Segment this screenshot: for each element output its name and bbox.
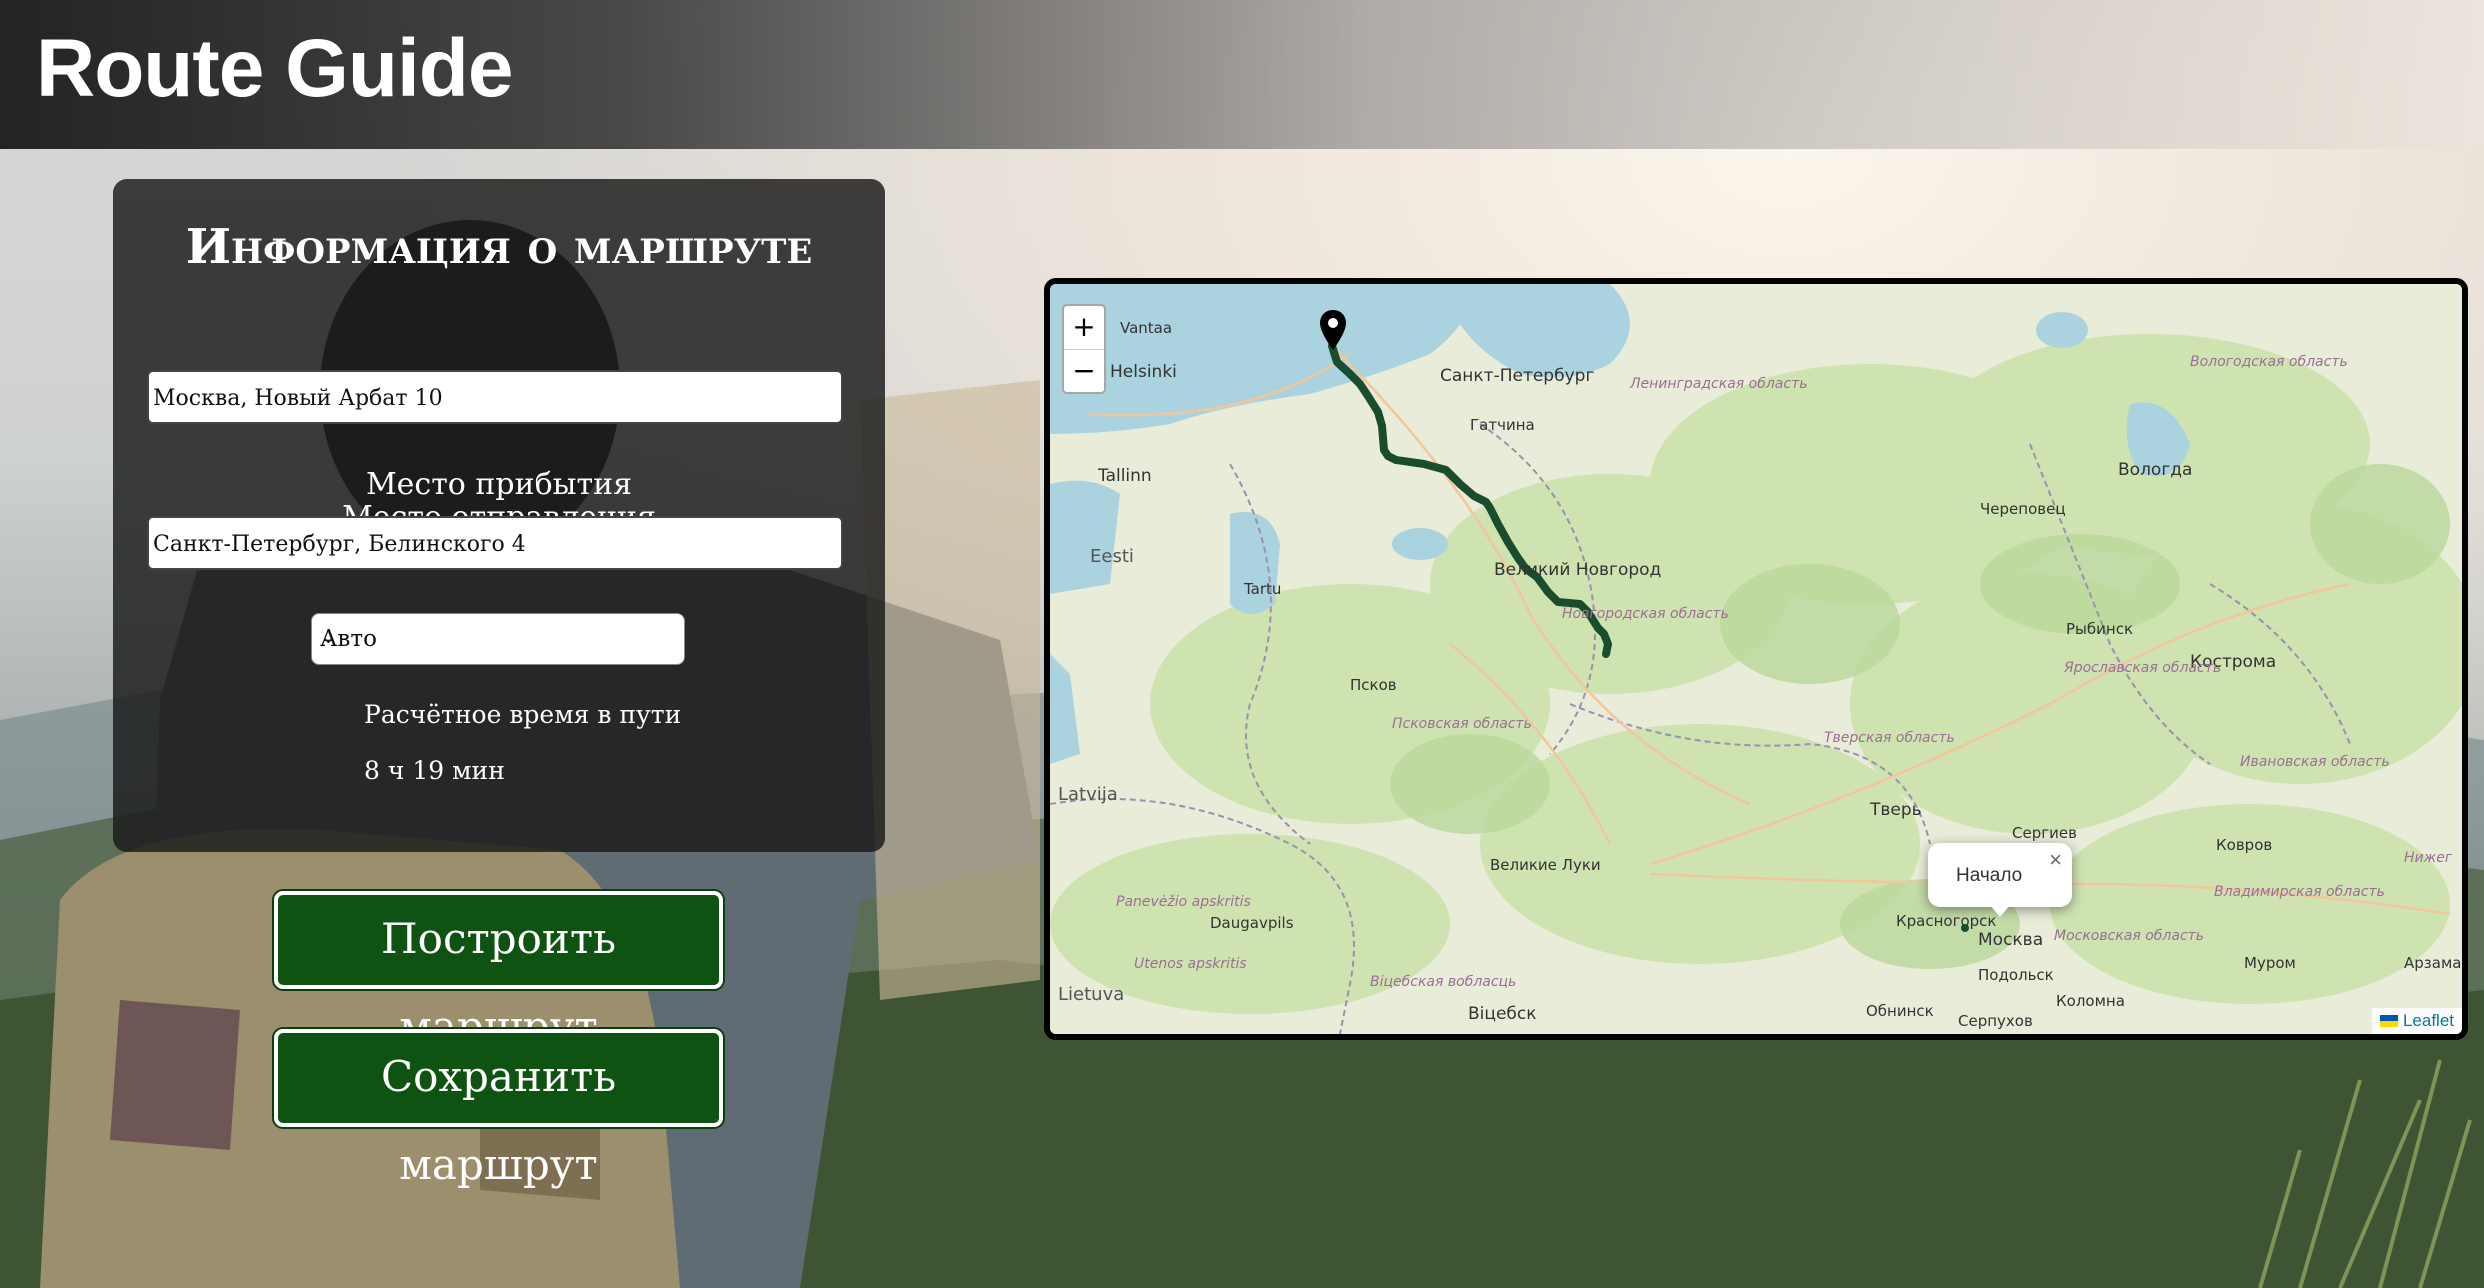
- panel-heading: Информация о маршруте: [185, 219, 813, 275]
- map-label-tver-region: Тверская область: [1824, 730, 1955, 746]
- map-label-sergiev: Сергиев: [2012, 824, 2077, 842]
- map-label-rybinsk: Рыбинск: [2066, 620, 2134, 638]
- map-label-murom: Муром: [2244, 954, 2296, 972]
- flag-icon: [2379, 1015, 2398, 1027]
- map-label-moscow: Москва: [1978, 930, 2044, 950]
- eta-value: 8 ч 19 мин: [364, 756, 505, 785]
- map-label-vantaa: Vantaa: [1120, 319, 1173, 337]
- popup-text: Начало: [1956, 865, 2023, 886]
- map-label-helsinki: Helsinki: [1110, 362, 1177, 382]
- map-label-lenobl: Ленинградская область: [1630, 376, 1808, 392]
- map-label-vologda-region: Вологодская область: [2190, 354, 2348, 370]
- map-label-lietuva: Lietuva: [1058, 984, 1125, 1005]
- start-marker-icon[interactable]: [1961, 924, 1969, 932]
- map-label-spb: Санкт-Петербург: [1440, 366, 1595, 386]
- map-label-obninsk: Обнинск: [1866, 1002, 1934, 1020]
- map-label-novgorod-region: Новгородская область: [1562, 606, 1729, 622]
- departure-input[interactable]: Москва, Новый Арбат 10: [147, 370, 843, 424]
- route-map[interactable]: Vantaa Helsinki Tallinn Eesti Tartu Latv…: [1044, 278, 2468, 1040]
- popup-tip: [1990, 905, 2010, 917]
- map-label-novgorod: Великий Новгород: [1494, 560, 1662, 580]
- transport-select[interactable]: Авто ⌄: [311, 613, 685, 665]
- map-label-moscow-region: Московская область: [2054, 928, 2205, 944]
- destination-marker-icon[interactable]: [1320, 310, 1346, 350]
- map-label-vitebsk: Віцебск: [1468, 1004, 1537, 1024]
- map-label-podolsk: Подольск: [1978, 966, 2054, 984]
- map-label-arzamas: Арзамас: [2404, 954, 2468, 972]
- start-popup: Начало ×: [1928, 843, 2072, 917]
- map-label-vladimir-region: Владимирская область: [2214, 884, 2385, 900]
- map-label-latvija: Latvija: [1058, 784, 1118, 805]
- map-label-tartu: Tartu: [1244, 580, 1282, 598]
- map-label-gatchina: Гатчина: [1470, 416, 1535, 434]
- map-label-vologda: Вологда: [2118, 460, 2193, 480]
- zoom-control: + −: [1062, 304, 1106, 394]
- map-label-yaroslavl-region: Ярославская область: [2064, 660, 2222, 676]
- chevron-down-icon: ⌄: [320, 624, 337, 648]
- header-bar: Route Guide: [0, 0, 2484, 149]
- map-label-velikie-luki: Великие Луки: [1490, 856, 1601, 874]
- map-label-vitebsk-region: Віцебская вобласць: [1370, 974, 1517, 990]
- close-icon[interactable]: ×: [2049, 847, 2062, 873]
- zoom-in-button[interactable]: +: [1064, 306, 1104, 350]
- save-route-button[interactable]: Сохранить маршрут: [274, 1029, 723, 1189]
- map-label-cherepovets: Череповец: [1980, 500, 2066, 518]
- map-label-tver: Тверь: [1870, 800, 1922, 820]
- arrival-input[interactable]: Санкт-Петербург, Белинского 4: [147, 516, 843, 570]
- map-label-daugavpils: Daugavpils: [1210, 914, 1294, 932]
- map-label-tallinn: Tallinn: [1098, 466, 1152, 486]
- map-label-kovrov: Ковров: [2216, 836, 2273, 854]
- zoom-out-button[interactable]: −: [1064, 350, 1104, 393]
- map-label-nizhny: Нижег: [2404, 850, 2453, 866]
- map-label-pskov: Псков: [1350, 676, 1397, 694]
- eta-label: Расчётное время в пути: [364, 700, 682, 729]
- leaflet-link[interactable]: Leaflet: [2403, 1011, 2454, 1030]
- map-attribution[interactable]: Leaflet: [2371, 1008, 2462, 1034]
- app-title: Route Guide: [36, 23, 513, 114]
- map-label-kolomna: Коломна: [2056, 992, 2125, 1010]
- map-label-krasnogorsk: Красногорск: [1896, 912, 1997, 930]
- map-label-ivanovo-region: Ивановская область: [2240, 754, 2390, 770]
- arrival-label: Место прибытия: [365, 467, 633, 502]
- map-label-panevezio: Panevėžio apskritis: [1116, 894, 1251, 910]
- map-label-pskov-region: Псковская область: [1392, 716, 1532, 732]
- route-info-panel: Информация о маршруте Место отправления …: [113, 179, 885, 852]
- map-label-eesti: Eesti: [1090, 546, 1134, 567]
- build-route-button[interactable]: Построить маршрут: [274, 891, 723, 1051]
- map-label-serpukhov: Серпухов: [1958, 1012, 2033, 1030]
- map-label-utenos: Utenos apskritis: [1134, 956, 1247, 972]
